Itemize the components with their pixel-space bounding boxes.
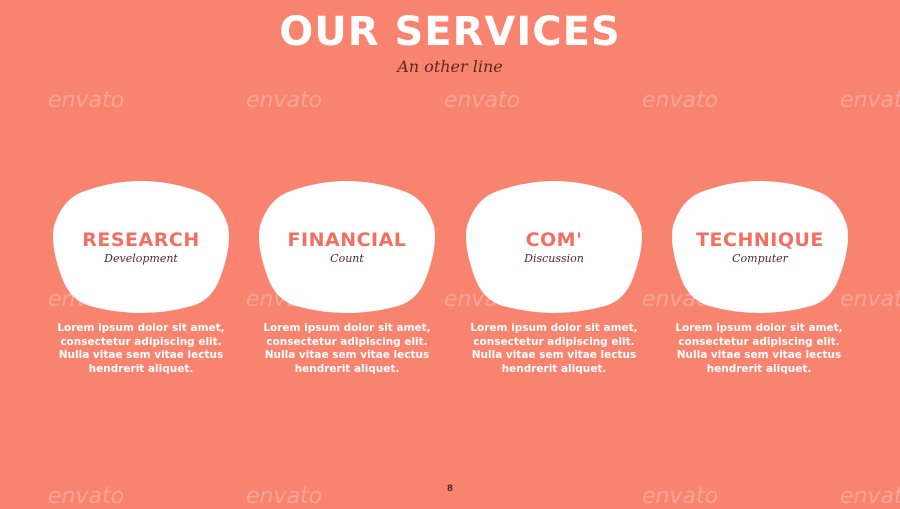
page-number: 8 — [446, 484, 454, 494]
desc-line: consectetur adipiscing elit. — [60, 335, 222, 348]
watermark-logo: envato — [246, 88, 323, 113]
service-description: Lorem ipsum dolor sit amet, consectetur … — [664, 322, 854, 376]
slide-subtitle: An other line — [397, 57, 503, 76]
desc-line: Lorem ipsum dolor sit amet, — [57, 322, 225, 334]
desc-line: Nulla vitae sem vitae lectus — [471, 349, 637, 361]
service-card-com: COM' Discussion — [465, 178, 643, 314]
desc-line: Nulla vitae sem vitae lectus — [58, 349, 224, 361]
watermark-logo: envato — [840, 88, 900, 113]
service-card-research: RESEARCH Development — [52, 178, 230, 314]
desc-line: consectetur adipiscing elit. — [473, 335, 635, 348]
desc-line: Nulla vitae sem vitae lectus — [676, 349, 842, 361]
desc-line: Lorem ipsum dolor sit amet, — [675, 322, 843, 334]
desc-line: consectetur adipiscing elit. — [266, 335, 428, 348]
service-title: TECHNIQUE — [696, 229, 824, 251]
service-title: COM' — [525, 229, 583, 251]
service-description: Lorem ipsum dolor sit amet, consectetur … — [252, 322, 442, 376]
desc-line: hendrerit aliquet. — [88, 362, 194, 375]
desc-line: hendrerit aliquet. — [501, 362, 607, 375]
desc-line: hendrerit aliquet. — [706, 362, 812, 375]
desc-line: Lorem ipsum dolor sit amet, — [263, 322, 431, 334]
slide-title: OUR SERVICES — [279, 9, 621, 55]
service-subtitle: Discussion — [524, 252, 584, 265]
watermark-logo: envato — [444, 88, 521, 113]
service-description: Lorem ipsum dolor sit amet, consectetur … — [46, 322, 236, 376]
watermark-logo: envato — [48, 88, 125, 113]
watermark-logo: envato — [642, 88, 719, 113]
service-description: Lorem ipsum dolor sit amet, consectetur … — [459, 322, 649, 376]
desc-line: Nulla vitae sem vitae lectus — [264, 349, 430, 361]
service-title: FINANCIAL — [287, 229, 407, 251]
desc-line: hendrerit aliquet. — [294, 362, 400, 375]
service-title: RESEARCH — [82, 229, 200, 251]
service-card-technique: TECHNIQUE Computer — [671, 178, 849, 314]
desc-line: consectetur adipiscing elit. — [678, 335, 840, 348]
desc-line: Lorem ipsum dolor sit amet, — [470, 322, 638, 334]
watermark-logo: envato — [840, 287, 900, 312]
service-subtitle: Count — [330, 252, 364, 265]
service-card-financial: FINANCIAL Count — [258, 178, 436, 314]
service-subtitle: Computer — [732, 252, 788, 265]
service-subtitle: Development — [104, 252, 178, 265]
